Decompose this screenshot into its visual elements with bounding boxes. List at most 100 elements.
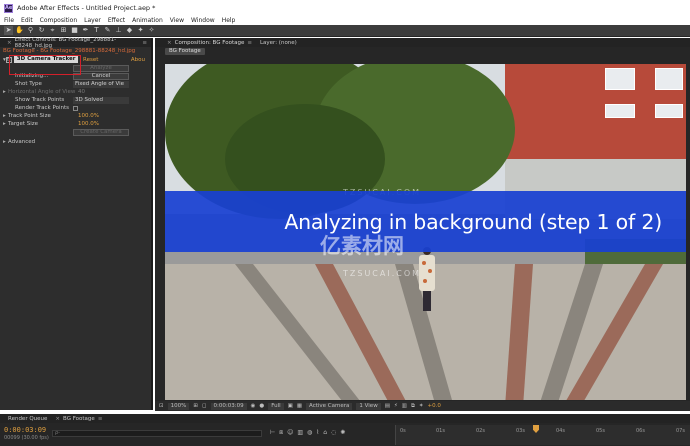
- brush-tool-icon[interactable]: ✎: [103, 26, 112, 35]
- close-icon[interactable]: ×: [55, 416, 60, 422]
- playhead-marker[interactable]: [533, 425, 539, 433]
- time-ruler-tick: 03s: [516, 428, 525, 434]
- zoom-tool-icon[interactable]: ⚲: [26, 26, 35, 35]
- current-time-display[interactable]: 0:00:03:09: [4, 426, 46, 434]
- motion-blur-icon[interactable]: ◍: [307, 429, 312, 437]
- window-title: Adobe After Effects - Untitled Project.a…: [17, 4, 156, 12]
- draft-3d-icon[interactable]: ⧈: [279, 429, 283, 437]
- panel-menu-icon[interactable]: ≡: [247, 40, 252, 46]
- effect-controls-layer-path: BG Footage - BG Footage_298881-88248_hd.…: [3, 48, 136, 54]
- transparency-grid-icon[interactable]: ▦: [297, 403, 302, 409]
- analyze-button[interactable]: Analyze: [73, 64, 129, 72]
- cancel-button[interactable]: Cancel: [73, 72, 129, 80]
- camera-view-dropdown[interactable]: Active Camera: [306, 402, 353, 410]
- composition-tabstrip: × Composition: BG Footage ≡ Layer: (none…: [155, 38, 690, 47]
- show-channel-icon[interactable]: ●: [259, 403, 264, 409]
- magnification-dropdown[interactable]: 100%: [167, 402, 190, 410]
- show-track-points-dropdown[interactable]: 3D Solved: [73, 96, 129, 104]
- timeline-search-input[interactable]: ρ-: [52, 430, 262, 437]
- timeline-icon[interactable]: ▥: [402, 403, 407, 409]
- tab-bg-footage[interactable]: × BG Footage ≡: [51, 416, 106, 422]
- brainstorm-icon[interactable]: ✺: [340, 429, 345, 437]
- menu-layer[interactable]: Layer: [84, 17, 101, 24]
- horizontal-fov-row: ▸ Horizontal Angle of View 40: [0, 88, 151, 96]
- render-queue-tab-label: Render Queue: [8, 415, 48, 422]
- menu-file[interactable]: File: [4, 17, 14, 24]
- view-layout-dropdown[interactable]: 1 View: [356, 402, 381, 410]
- tab-render-queue[interactable]: Render Queue: [4, 416, 51, 422]
- time-ruler-tick: 0s: [400, 428, 406, 434]
- eraser-tool-icon[interactable]: ◆: [125, 26, 134, 35]
- type-tool-icon[interactable]: T: [92, 26, 101, 35]
- close-icon[interactable]: ×: [167, 40, 172, 46]
- create-camera-button[interactable]: Create Camera: [73, 128, 129, 136]
- shy-layers-icon[interactable]: ☺: [287, 429, 293, 437]
- comp-mini-flowchart-icon[interactable]: ⊢: [270, 429, 275, 437]
- mask-tool-icon[interactable]: ■: [70, 26, 79, 35]
- menu-composition[interactable]: Composition: [40, 17, 77, 24]
- frame-blending-icon[interactable]: ▥: [297, 429, 303, 437]
- roto-tool-icon[interactable]: ✦: [136, 26, 145, 35]
- selection-tool-icon[interactable]: ➤: [4, 26, 13, 35]
- menu-bar: File Edit Composition Layer Effect Anima…: [0, 16, 690, 25]
- tools-toolbar: ➤ ✋ ⚲ ↻ ⌖ ⊞ ■ ✒ T ✎ ⊥ ◆ ✦ ✧: [0, 25, 690, 37]
- mask-visibility-icon[interactable]: ◻: [202, 403, 207, 409]
- timeline-tabstrip: Render Queue × BG Footage ≡: [0, 414, 690, 423]
- always-preview-icon[interactable]: ⊡: [159, 403, 164, 409]
- composition-breadcrumb[interactable]: BG Footage: [165, 47, 205, 55]
- advanced-row[interactable]: ▸ Advanced: [0, 138, 151, 146]
- solo-icon[interactable]: ◌: [331, 429, 336, 437]
- snapshot-icon[interactable]: ◉: [251, 403, 256, 409]
- exposure-reset-icon[interactable]: ✶: [419, 403, 424, 409]
- exposure-value[interactable]: +0.0: [428, 403, 441, 409]
- tab-layer[interactable]: Layer: (none): [256, 40, 301, 46]
- composition-viewer[interactable]: TZSUCAI.COM Analyzing in background (ste…: [165, 64, 686, 400]
- menu-effect[interactable]: Effect: [108, 17, 125, 24]
- target-size-value[interactable]: 100.0%: [78, 121, 99, 127]
- region-of-interest-icon[interactable]: ▣: [288, 403, 293, 409]
- viewer-timecode[interactable]: 0:00:03:09: [210, 402, 247, 410]
- create-camera-row: Create Camera: [0, 128, 151, 136]
- fast-previews-icon[interactable]: ⚡: [394, 403, 398, 409]
- pixel-aspect-icon[interactable]: ▤: [385, 403, 390, 409]
- effect-controls-panel: × Effect Controls: BG Footage_298881-882…: [0, 37, 153, 410]
- pan-behind-tool-icon[interactable]: ⊞: [59, 26, 68, 35]
- grid-icon[interactable]: ⊞: [193, 403, 198, 409]
- time-ruler[interactable]: 0s 01s 02s 03s 04s 05s 06s 07s: [395, 425, 690, 445]
- flowchart-icon[interactable]: ⧉: [411, 403, 415, 410]
- time-ruler-tick: 07s: [676, 428, 685, 434]
- close-icon[interactable]: ×: [7, 40, 12, 46]
- footage-person: [417, 247, 437, 313]
- tab-composition[interactable]: × Composition: BG Footage ≡: [163, 40, 256, 46]
- menu-edit[interactable]: Edit: [21, 17, 33, 24]
- reset-link[interactable]: Reset: [83, 57, 98, 63]
- panel-menu-icon[interactable]: ≡: [142, 40, 147, 46]
- resolution-dropdown[interactable]: Full: [268, 402, 284, 410]
- layer-tab-label: Layer: (none): [259, 39, 297, 46]
- clone-tool-icon[interactable]: ⊥: [114, 26, 123, 35]
- shot-type-dropdown[interactable]: Fixed Angle of Vie: [73, 80, 129, 88]
- hand-tool-icon[interactable]: ✋: [15, 26, 24, 35]
- after-effects-logo-icon: Ae: [4, 3, 13, 13]
- composition-tab-label: Composition: BG Footage: [174, 39, 245, 46]
- pen-tool-icon[interactable]: ✒: [81, 26, 90, 35]
- panel-menu-icon[interactable]: ≡: [98, 416, 103, 422]
- render-track-points-checkbox[interactable]: [73, 105, 78, 111]
- puppet-tool-icon[interactable]: ✧: [147, 26, 156, 35]
- fov-value[interactable]: 40: [78, 89, 85, 95]
- camera-tool-icon[interactable]: ⌖: [48, 26, 57, 35]
- time-ruler-tick: 04s: [556, 428, 565, 434]
- graph-editor-icon[interactable]: ⌇: [316, 429, 319, 437]
- track-point-size-value[interactable]: 100.0%: [78, 113, 99, 119]
- menu-help[interactable]: Help: [222, 17, 236, 24]
- menu-view[interactable]: View: [170, 17, 184, 24]
- rotate-tool-icon[interactable]: ↻: [37, 26, 46, 35]
- lock-icon[interactable]: ⌂: [323, 429, 327, 437]
- time-ruler-tick: 05s: [596, 428, 605, 434]
- menu-animation[interactable]: Animation: [132, 17, 163, 24]
- menu-window[interactable]: Window: [191, 17, 215, 24]
- composition-navigator: BG Footage: [155, 47, 690, 55]
- watermark-logo: 亿素材网: [320, 234, 404, 258]
- about-link[interactable]: Abou: [131, 57, 145, 63]
- target-size-row: ▸ Target Size 100.0%: [0, 120, 151, 128]
